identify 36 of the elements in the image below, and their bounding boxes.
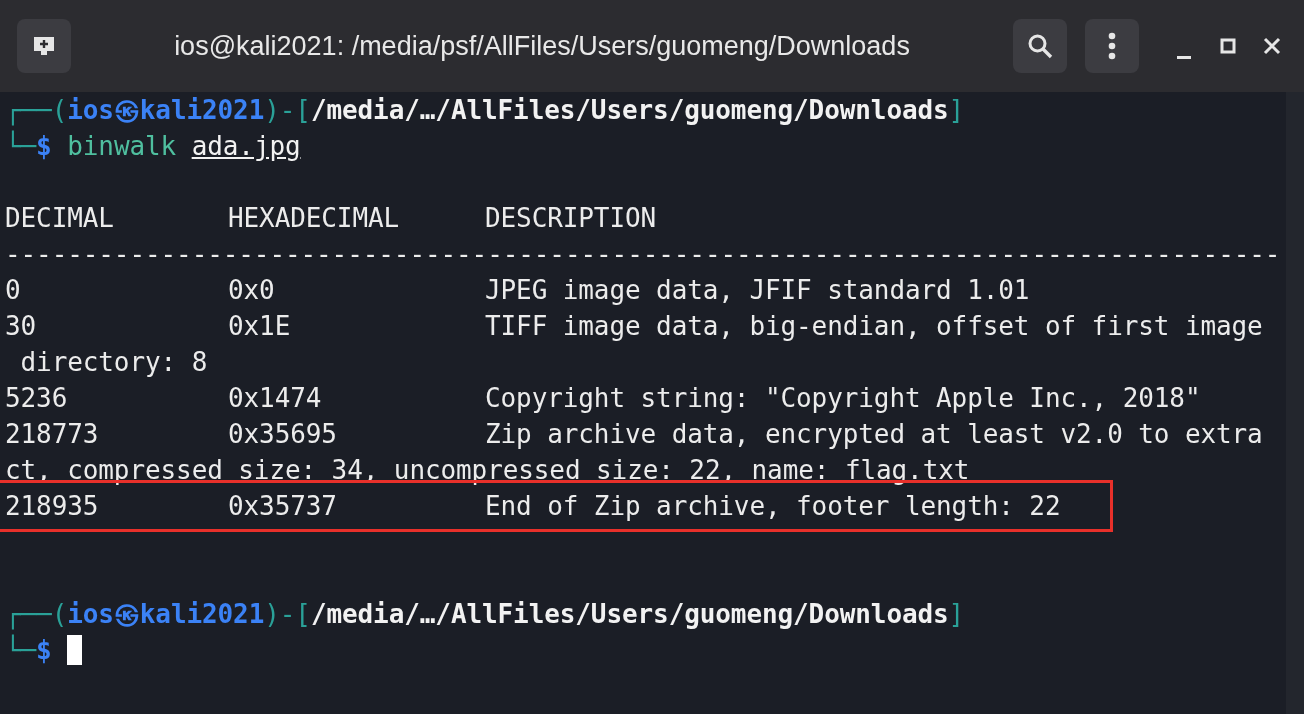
table-cell-text: Zip archive data, encrypted at least v2.0 to extra: [485, 418, 1263, 451]
maximize-icon: [1220, 38, 1236, 54]
command-line: └─$: [5, 633, 52, 667]
table-cell-text: 218773: [5, 418, 100, 451]
table-cell-text: 0x1474: [228, 382, 323, 415]
table-cell-text: directory: 8: [19, 347, 208, 377]
table-cell-text: 0x35695: [228, 418, 338, 451]
table-cell-text: 0x0: [228, 274, 276, 307]
table-cell-text: 218935: [5, 490, 100, 523]
prompt-line: ┌──(ios㉿kali2021)-[/media/…/AllFiles/Users/guomeng/Downloads]: [5, 598, 965, 632]
cursor-block: [66, 635, 82, 665]
table-cell: ct, compressed size: 34, uncompressed size: 22, name: flag.txt: [5, 455, 970, 485]
table-cell-text: Copyright string: "Copyright Apple Inc., 2018": [485, 382, 1201, 415]
command-line: └─$ binwalk ada.jpg: [5, 129, 301, 163]
table-cell-text: 0: [5, 274, 22, 307]
table-cell-text: 5236: [5, 382, 69, 415]
column-header: DESCRIPTION: [485, 202, 657, 235]
table-cell-text: TIFF image data, big-endian, offset of first image: [485, 310, 1263, 343]
close-icon: [1263, 37, 1281, 55]
table-cell-text: 30: [5, 310, 38, 343]
column-header: DECIMAL: [5, 202, 115, 235]
menu-icon: [1108, 32, 1116, 60]
search-icon: [1027, 33, 1053, 59]
table-cell-text: 0x35737: [228, 490, 338, 523]
table-rule: ----------------------------------------------------------------------------------: [5, 239, 1281, 269]
window-title: ios@kali2021: /media/psf/AllFiles/Users/guomeng/Downloads: [174, 29, 910, 63]
new-tab-icon: [32, 35, 56, 57]
prompt-line: ┌──(ios㉿kali2021)-[/media/…/AllFiles/Users/guomeng/Downloads]: [5, 94, 965, 128]
column-header: HEXADECIMAL: [228, 202, 401, 235]
table-cell-text: JPEG image data, JFIF standard 1.01: [485, 274, 1030, 307]
new-tab-button[interactable]: [17, 19, 71, 73]
table-cell-text: 0x1E: [228, 310, 292, 343]
search-button[interactable]: [1013, 19, 1067, 73]
minimize-icon: [1177, 55, 1191, 59]
table-cell-text: End of Zip archive, footer length: 22: [485, 490, 1061, 523]
menu-button[interactable]: [1085, 19, 1139, 73]
